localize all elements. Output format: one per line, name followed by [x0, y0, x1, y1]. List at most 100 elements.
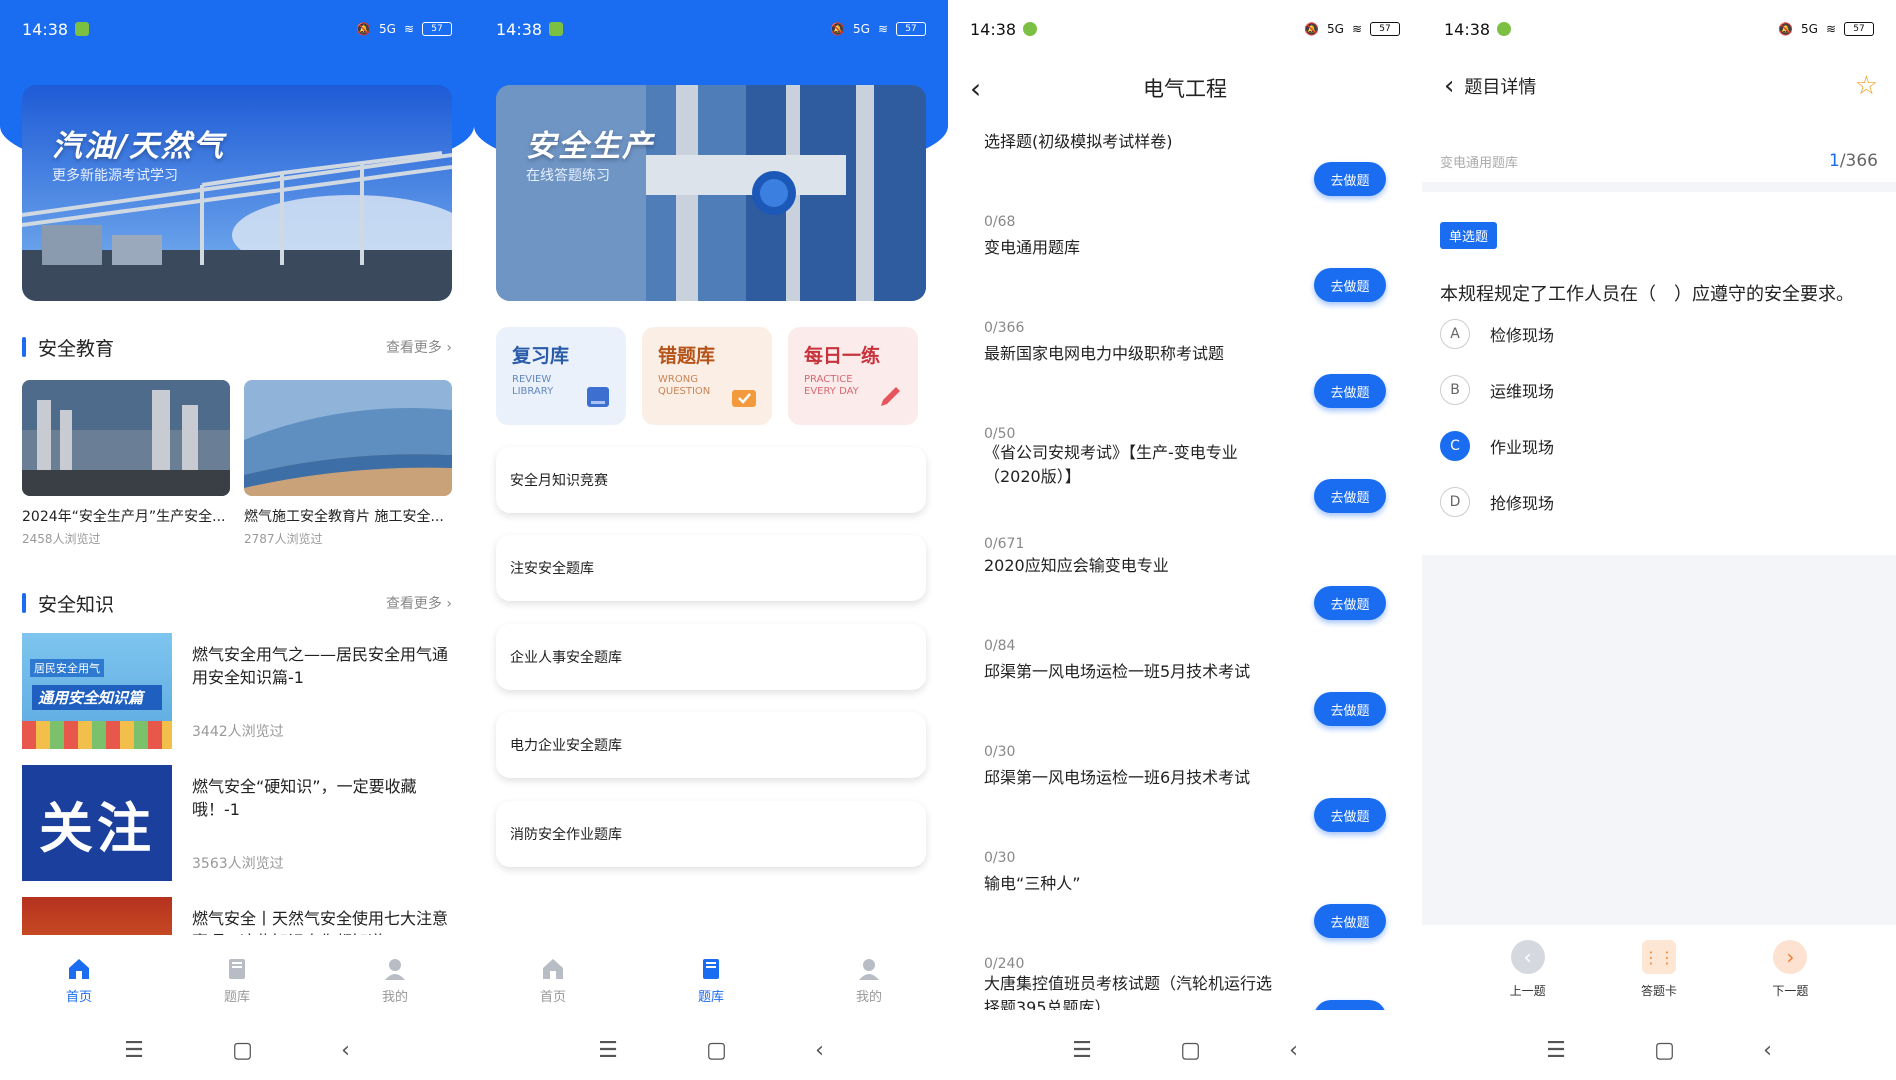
app-notification-icon [1023, 22, 1038, 36]
tab-label: 首页 [539, 989, 566, 1005]
wrong-question-card[interactable]: 错题库 WRONG QUESTION [642, 327, 772, 425]
page-header: ‹ 电气工程 [948, 58, 1422, 118]
exam-row: 邱渠第一风电场运检一班6月技术考试 0/30 去做题 [984, 766, 1394, 866]
tab-label: 我的 [381, 989, 408, 1005]
exam-name: 《省公司安规考试》【生产-变电专业（2020版）】 [984, 443, 1238, 486]
tab-bar: 首页 题库 我的 [0, 940, 474, 1020]
question-text: 本规程规定了工作人员在（ ）应遵守的安全要求。 [1440, 284, 1854, 305]
answer-card-button[interactable]: ⋮⋮ 答题卡 [1641, 940, 1677, 1020]
favorite-star-icon[interactable]: ☆ [1855, 71, 1878, 101]
pencil-icon [881, 387, 900, 406]
system-nav-bar: ☰ ▢ ‹ [1422, 1020, 1896, 1080]
start-exam-button[interactable]: 去做题 [1314, 692, 1386, 726]
menu-icon[interactable]: ☰ [598, 1038, 618, 1063]
review-library-card[interactable]: 复习库 REVIEW LIBRARY [496, 327, 626, 425]
article-item[interactable]: 燃气安全丨天然气安全使用七大注意事项，这些知识点你都知道 [22, 897, 452, 935]
back-nav-icon[interactable]: ‹ [1289, 1038, 1298, 1063]
bank-item[interactable]: 注安安全题库 [496, 535, 926, 601]
home-banner[interactable]: 汽油/天然气 更多新能源考试学习 [22, 85, 452, 301]
view-more-link[interactable]: 查看更多 › [386, 337, 452, 357]
wifi-icon: ≋ [877, 22, 888, 36]
library-icon [587, 387, 609, 407]
book-icon [229, 958, 245, 979]
content-background [1422, 555, 1896, 925]
article-item[interactable]: 关注 燃气安全“硬知识”，一定要收藏哦！-1 3563人浏览过 [22, 765, 452, 881]
thumb-buildings [22, 721, 172, 749]
card-label: 答题卡 [1640, 984, 1677, 998]
start-exam-button[interactable]: 去做题 [1314, 1000, 1386, 1010]
app-notification-icon [75, 22, 90, 36]
exam-name: 变电通用题库 [984, 238, 1081, 257]
menu-icon[interactable]: ☰ [1546, 1038, 1566, 1063]
video-card[interactable]: 2024年“安全生产月”生产安全... 2458人浏览过 [22, 380, 230, 547]
back-nav-icon[interactable]: ‹ [1763, 1038, 1772, 1063]
video-card[interactable]: 燃气施工安全教育片 施工安全... 2787人浏览过 [244, 380, 452, 547]
section-title: 安全教育 [38, 337, 115, 360]
bank-item[interactable]: 安全月知识竞赛 [496, 447, 926, 513]
bank-item[interactable]: 消防安全作业题库 [496, 801, 926, 867]
exam-name: 输电“三种人” [984, 874, 1081, 893]
bank-item[interactable]: 企业人事安全题库 [496, 624, 926, 690]
next-question-button[interactable]: › 下一题 [1772, 940, 1808, 1020]
current-question-number: 1 [1828, 151, 1840, 171]
card-subtitle: PRACTICE EVERY DAY [804, 374, 859, 397]
network-label: 5G [1801, 22, 1818, 36]
menu-icon[interactable]: ☰ [1072, 1038, 1092, 1063]
start-exam-button[interactable]: 去做题 [1314, 479, 1386, 513]
back-nav-icon[interactable]: ‹ [815, 1038, 824, 1063]
tab-mine[interactable]: 我的 [316, 940, 474, 1020]
home-nav-icon[interactable]: ▢ [1180, 1038, 1201, 1063]
start-exam-button[interactable]: 去做题 [1314, 268, 1386, 302]
back-nav-icon[interactable]: ‹ [341, 1038, 350, 1063]
next-label: 下一题 [1772, 984, 1809, 998]
option-a[interactable]: A 检修现场 [1440, 318, 1880, 350]
article-item[interactable]: 居民安全用气 通用安全知识篇 燃气安全用气之——居民安全用气通用安全知识篇-1 … [22, 633, 452, 749]
category-screen: 14:38 🔕 5G ≋ 57 ‹ 电气工程 选择题(初级模拟考试样卷) 0/6… [948, 0, 1422, 1080]
article-thumbnail: 居民安全用气 通用安全知识篇 [22, 633, 172, 749]
start-exam-button[interactable]: 去做题 [1314, 798, 1386, 832]
back-icon[interactable]: ‹ [970, 72, 981, 105]
card-title: 错题库 [658, 345, 716, 367]
start-exam-button[interactable]: 去做题 [1314, 374, 1386, 408]
chevron-right-icon: › [1773, 940, 1808, 974]
divider [1422, 182, 1896, 192]
exam-row: 2020应知应会输变电专业 0/84 去做题 [984, 554, 1394, 654]
home-nav-icon[interactable]: ▢ [1654, 1038, 1675, 1063]
back-icon[interactable]: ‹ [1444, 71, 1454, 101]
bank-banner[interactable]: 安全生产 在线答题练习 [496, 85, 926, 301]
thumb-tag: 居民安全用气 [30, 659, 104, 677]
option-c[interactable]: C 作业现场 [1440, 430, 1880, 462]
home-screen: 14:38 🔕 5G ≋ 57 汽油/天然气 更多新能源考试学习 安全教育 查看… [0, 0, 474, 1080]
app-notification-icon [1497, 22, 1512, 36]
start-exam-button[interactable]: 去做题 [1314, 586, 1386, 620]
question-detail-screen: 14:38 🔕 5G ≋ 57 ‹ 题目详情 ☆ 变电通用题库 1/366 单选… [1422, 0, 1896, 1080]
tab-bank[interactable]: 题库 [632, 940, 790, 1020]
start-exam-button[interactable]: 去做题 [1314, 162, 1386, 196]
status-bar: 14:38 🔕 5G ≋ 57 [474, 0, 948, 58]
prev-question-button[interactable]: ‹ 上一题 [1510, 940, 1546, 1020]
battery-icon: 57 [422, 22, 452, 36]
total-questions: /366 [1839, 151, 1878, 171]
option-d[interactable]: D 抢修现场 [1440, 486, 1880, 518]
option-b[interactable]: B 运维现场 [1440, 374, 1880, 406]
bank-item[interactable]: 电力企业安全题库 [496, 712, 926, 778]
tab-bank[interactable]: 题库 [158, 940, 316, 1020]
tab-home[interactable]: 首页 [0, 940, 158, 1020]
exam-progress: 0/366 [984, 320, 1025, 336]
bank-screen: 14:38 🔕 5G ≋ 57 安全生产 在线答题练习 复习库 REVIEW L… [474, 0, 948, 1080]
tab-label: 首页 [65, 989, 92, 1005]
daily-practice-card[interactable]: 每日一练 PRACTICE EVERY DAY [788, 327, 918, 425]
home-nav-icon[interactable]: ▢ [706, 1038, 727, 1063]
tab-home[interactable]: 首页 [474, 940, 632, 1020]
home-nav-icon[interactable]: ▢ [232, 1038, 253, 1063]
user-icon [859, 958, 879, 980]
menu-icon[interactable]: ☰ [124, 1038, 144, 1063]
option-text: 抢修现场 [1490, 494, 1555, 513]
view-more-link[interactable]: 查看更多 › [386, 593, 452, 613]
book-icon [703, 958, 719, 979]
screens: 14:38 🔕 5G ≋ 57 汽油/天然气 更多新能源考试学习 安全教育 查看… [0, 0, 1896, 1080]
exam-progress: 0/50 [984, 426, 1016, 442]
start-exam-button[interactable]: 去做题 [1314, 904, 1386, 938]
page-header: ‹ 题目详情 ☆ [1422, 66, 1896, 106]
tab-mine[interactable]: 我的 [790, 940, 948, 1020]
